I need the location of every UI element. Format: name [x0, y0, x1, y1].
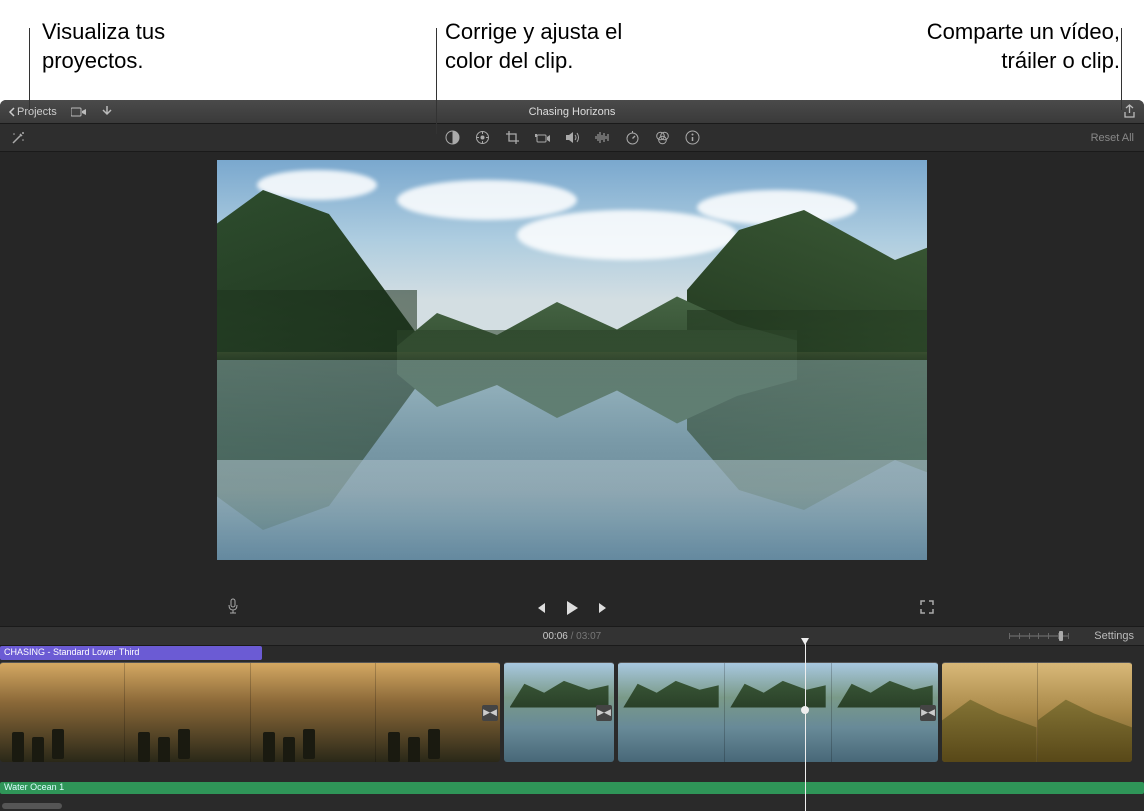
info-button[interactable]: [684, 130, 700, 146]
media-library-button[interactable]: [71, 106, 87, 118]
title-clip[interactable]: CHASING - Standard Lower Third: [0, 646, 262, 660]
chevron-left-icon: [8, 107, 15, 117]
video-clip[interactable]: ▶◀: [504, 662, 614, 762]
projects-label: Projects: [17, 106, 57, 118]
zoom-thumb[interactable]: [1059, 631, 1063, 641]
callout-text: Visualiza tus: [42, 19, 165, 44]
timeline[interactable]: CHASING - Standard Lower Third ▶◀ ▶◀ ▶◀: [0, 646, 1144, 811]
import-button[interactable]: [101, 105, 113, 119]
callout-text: Corrige y ajusta el: [445, 19, 622, 44]
top-toolbar: Projects Chasing Horizons: [0, 100, 1144, 124]
callout-line: [1121, 28, 1122, 110]
audio-clip[interactable]: [0, 782, 1144, 794]
share-button[interactable]: [1123, 104, 1136, 119]
callout-line: [436, 28, 437, 134]
imovie-window: Projects Chasing Horizons: [0, 100, 1144, 811]
next-frame-button[interactable]: [597, 601, 611, 615]
time-bar: 00:06 / 03:07 Settings: [0, 626, 1144, 646]
transition-icon[interactable]: ▶◀: [920, 705, 936, 721]
adjustment-icons: [444, 130, 700, 146]
projects-back-button[interactable]: Projects: [8, 106, 57, 118]
horizontal-scrollbar[interactable]: [2, 803, 62, 809]
total-time: 03:07: [576, 631, 601, 642]
fullscreen-button[interactable]: [920, 600, 934, 614]
zoom-slider[interactable]: [1009, 635, 1069, 637]
settings-button[interactable]: Settings: [1094, 630, 1134, 642]
current-time: 00:06: [543, 631, 568, 642]
playback-controls: [533, 600, 611, 616]
voiceover-button[interactable]: [227, 598, 239, 614]
callout-share: Comparte un vídeo, tráiler o clip.: [927, 18, 1120, 75]
play-button[interactable]: [565, 600, 579, 616]
speed-button[interactable]: [624, 130, 640, 146]
video-clip[interactable]: ▶◀: [0, 662, 500, 762]
filter-button[interactable]: [654, 130, 670, 146]
callout-color: Corrige y ajusta el color del clip.: [445, 18, 622, 75]
magic-wand-button[interactable]: [10, 130, 26, 146]
prev-frame-button[interactable]: [533, 601, 547, 615]
reset-all-button[interactable]: Reset All: [1091, 132, 1134, 144]
callout-text: color del clip.: [445, 48, 573, 73]
callout-projects: Visualiza tus proyectos.: [42, 18, 165, 75]
callout-text: proyectos.: [42, 48, 144, 73]
color-correction-button[interactable]: [474, 130, 490, 146]
time-display: 00:06 / 03:07: [543, 631, 601, 642]
viewer-area: [0, 152, 1144, 626]
crop-button[interactable]: [504, 130, 520, 146]
clip-row: ▶◀ ▶◀ ▶◀: [0, 662, 1144, 762]
transition-icon[interactable]: ▶◀: [596, 705, 612, 721]
callout-text: tráiler o clip.: [1001, 48, 1120, 73]
video-clip[interactable]: [942, 662, 1132, 762]
callout-text: Comparte un vídeo,: [927, 19, 1120, 44]
color-balance-button[interactable]: [444, 130, 460, 146]
annotation-callouts: Visualiza tus proyectos. Corrige y ajust…: [0, 0, 1144, 100]
volume-button[interactable]: [564, 130, 580, 146]
callout-line: [29, 28, 30, 110]
transition-icon[interactable]: ▶◀: [482, 705, 498, 721]
audio-clip-label: Water Ocean 1: [4, 782, 64, 792]
stabilization-button[interactable]: [534, 130, 550, 146]
video-clip[interactable]: ▶◀: [618, 662, 938, 762]
share-icon: [1123, 104, 1136, 119]
noise-reduction-button[interactable]: [594, 130, 610, 146]
adjustment-toolbar: Reset All: [0, 124, 1144, 152]
preview-video[interactable]: [217, 160, 927, 560]
project-title: Chasing Horizons: [529, 106, 616, 118]
playhead[interactable]: [805, 638, 806, 811]
